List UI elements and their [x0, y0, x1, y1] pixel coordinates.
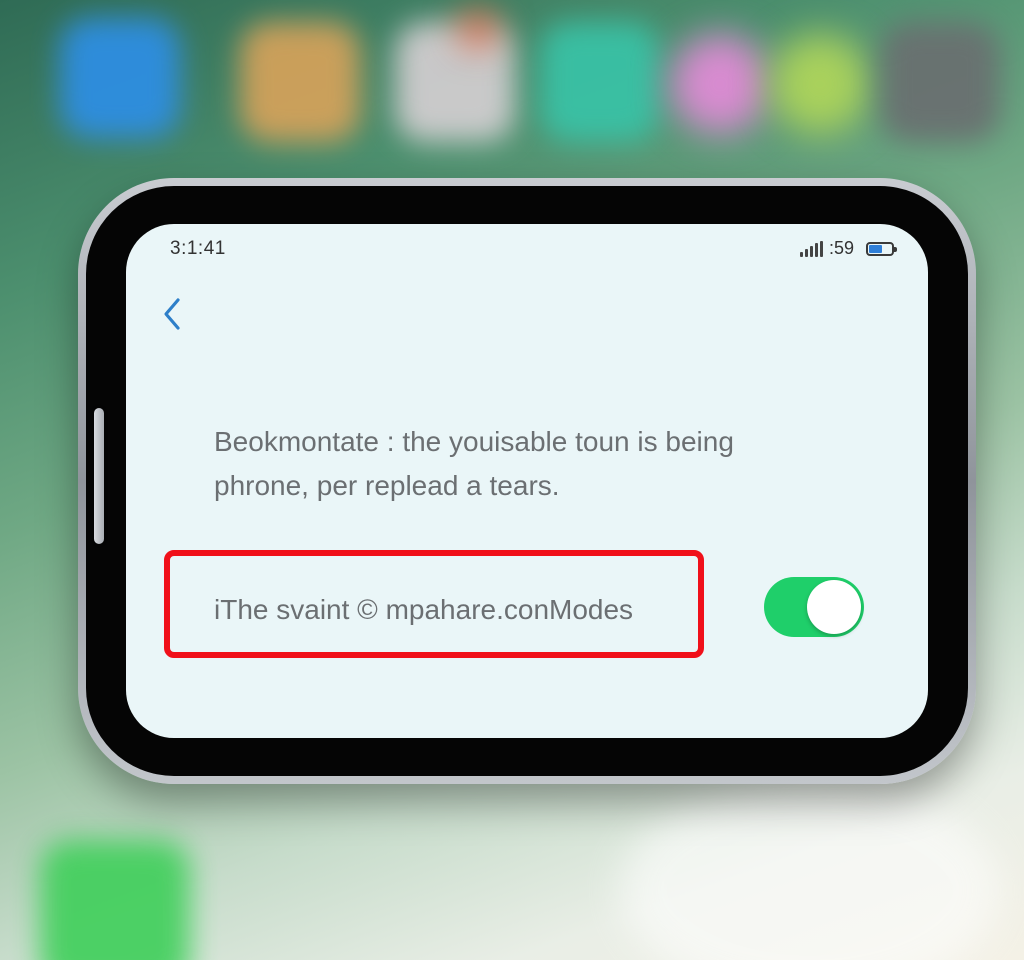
setting-row: iThe svaint © mpahare.conModes [164, 550, 892, 668]
blurred-app-icon [670, 34, 770, 134]
back-button[interactable] [156, 294, 192, 334]
setting-label: iThe svaint © mpahare.conModes [214, 594, 634, 625]
phone-side-button [94, 408, 104, 544]
blurred-light [620, 780, 1000, 960]
info-message-line-2: phrone, per replead a tears. [214, 470, 560, 501]
blurred-app-icon [40, 840, 190, 960]
info-message: Beokmontate : the youisable toun is bein… [214, 420, 854, 508]
status-indicators: :59 [799, 238, 897, 259]
blurred-app-icon [60, 18, 180, 138]
blurred-app-icon [240, 22, 360, 142]
blurred-badge [460, 10, 496, 46]
blurred-app-icon [880, 22, 1000, 142]
info-message-line-1: Beokmontate : the youisable toun is bein… [214, 426, 734, 457]
toggle-knob [807, 580, 861, 634]
battery-icon [866, 241, 897, 256]
blurred-app-icon [540, 22, 660, 142]
blurred-app-icon [770, 34, 870, 134]
setting-toggle[interactable] [764, 577, 864, 637]
phone-screen: 3:1:41 :59 Beokmontate : the youisable t… [126, 224, 928, 738]
battery-fill [869, 244, 883, 253]
chevron-left-icon [164, 298, 180, 330]
signal-icon [799, 240, 823, 257]
signal-text: :59 [828, 238, 854, 258]
blurred-app-icon [395, 22, 515, 142]
status-time: 3:1:41 [170, 238, 226, 259]
